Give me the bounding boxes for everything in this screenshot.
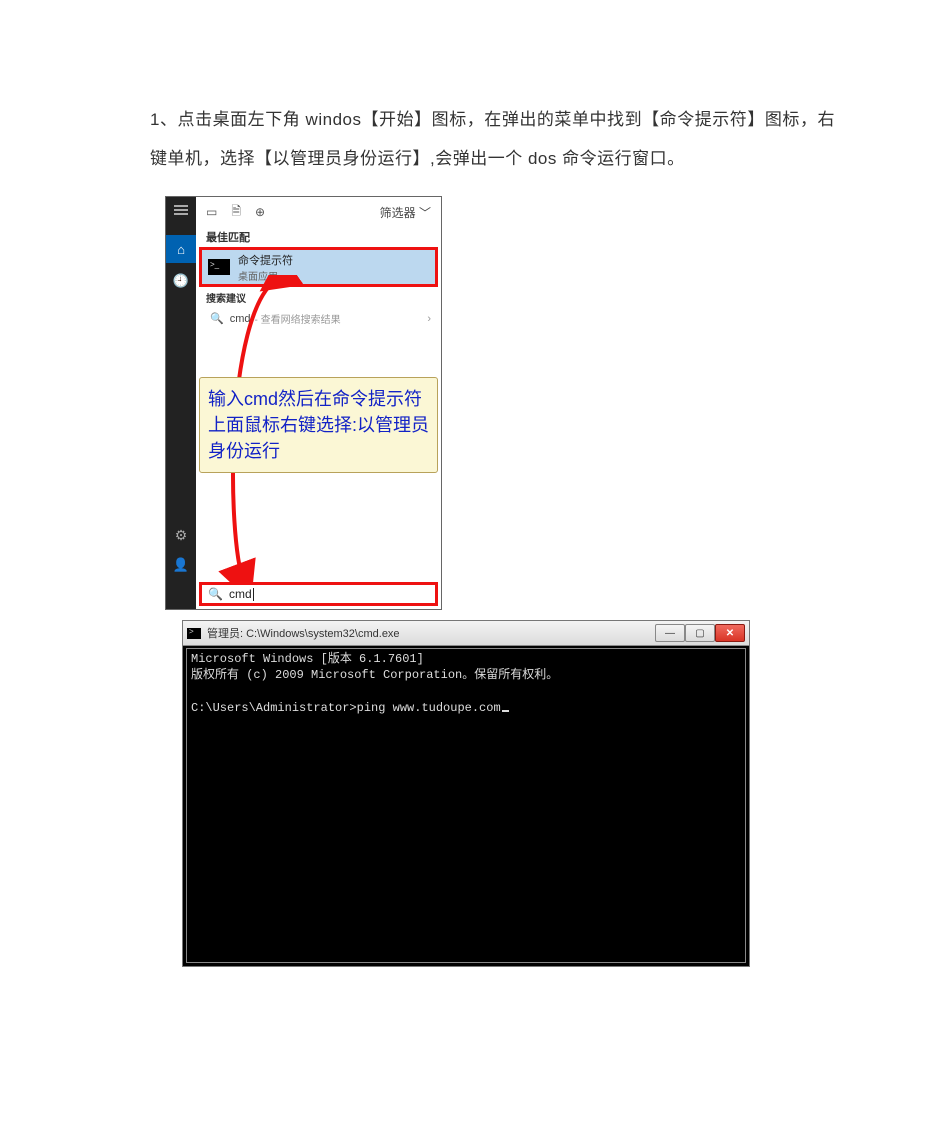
result-subtitle: 桌面应用 — [238, 268, 293, 283]
window-title: 管理员: C:\Windows\system32\cmd.exe — [207, 625, 400, 641]
search-icon: 🔍 — [210, 312, 224, 325]
close-button[interactable]: ✕ — [715, 624, 745, 642]
titlebar: 管理员: C:\Windows\system32\cmd.exe — ▢ ✕ — [183, 621, 749, 646]
terminal-cursor — [502, 710, 509, 712]
maximize-button[interactable]: ▢ — [685, 624, 715, 642]
cmd-icon — [208, 259, 230, 275]
tab-web-icon[interactable]: ⊕ — [255, 205, 265, 219]
prompt: C:\Users\Administrator> — [191, 701, 357, 715]
figure-start-menu: ⌂ 🕘 ⚙ 👤 ▭ 🗎 ⊕ 筛选器 ﹀ 最佳匹配 命令提示符 桌面应用 — [165, 196, 442, 610]
home-icon[interactable]: ⌂ — [166, 235, 196, 263]
search-panel: ▭ 🗎 ⊕ 筛选器 ﹀ 最佳匹配 命令提示符 桌面应用 搜索建议 🔍 cmd — [196, 197, 441, 609]
section-best-match: 最佳匹配 — [196, 227, 441, 245]
tab-docs-icon[interactable]: 🗎 — [231, 202, 241, 223]
filter-dropdown[interactable]: 筛选器 ﹀ — [380, 204, 431, 221]
annotation-callout: 输入cmd然后在命令提示符上面鼠标右键选择:以管理员身份运行 — [199, 377, 438, 473]
filter-label: 筛选器 — [380, 206, 416, 220]
instruction-text: 1、点击桌面左下角 windos【开始】图标，在弹出的菜单中找到【命令提示符】图… — [150, 100, 835, 178]
hamburger-icon[interactable] — [166, 197, 196, 222]
result-title: 命令提示符 — [238, 252, 293, 268]
section-suggestions: 搜索建议 — [196, 287, 441, 305]
result-command-prompt[interactable]: 命令提示符 桌面应用 — [199, 247, 438, 287]
search-icon: 🔍 — [208, 587, 223, 601]
settings-icon[interactable]: ⚙ — [166, 521, 196, 549]
suggestion-row[interactable]: 🔍 cmd - 查看网络搜索结果 › — [196, 305, 441, 326]
recent-icon[interactable]: 🕘 — [166, 267, 196, 295]
cmd-icon — [187, 628, 201, 639]
line1: Microsoft Windows [版本 6.1.7601] — [191, 652, 424, 666]
figure-cmd-window: 管理员: C:\Windows\system32\cmd.exe — ▢ ✕ M… — [182, 620, 750, 967]
text-caret — [253, 588, 254, 601]
user-icon[interactable]: 👤 — [166, 551, 196, 579]
search-input[interactable]: 🔍 cmd — [199, 582, 438, 606]
tab-apps-icon[interactable]: ▭ — [206, 205, 217, 219]
terminal-output[interactable]: Microsoft Windows [版本 6.1.7601] 版权所有 (c)… — [186, 648, 746, 963]
search-tabs: ▭ 🗎 ⊕ 筛选器 ﹀ — [196, 197, 441, 227]
minimize-button[interactable]: — — [655, 624, 685, 642]
chevron-down-icon: ﹀ — [419, 206, 431, 220]
suggestion-hint: - 查看网络搜索结果 — [254, 311, 340, 326]
search-text: cmd — [229, 587, 252, 601]
suggestion-text: cmd — [230, 313, 251, 325]
line2: 版权所有 (c) 2009 Microsoft Corporation。保留所有… — [191, 668, 558, 682]
typed-command: ping www.tudoupe.com — [357, 701, 501, 715]
result-text: 命令提示符 桌面应用 — [238, 252, 293, 283]
chevron-right-icon: › — [427, 313, 431, 325]
